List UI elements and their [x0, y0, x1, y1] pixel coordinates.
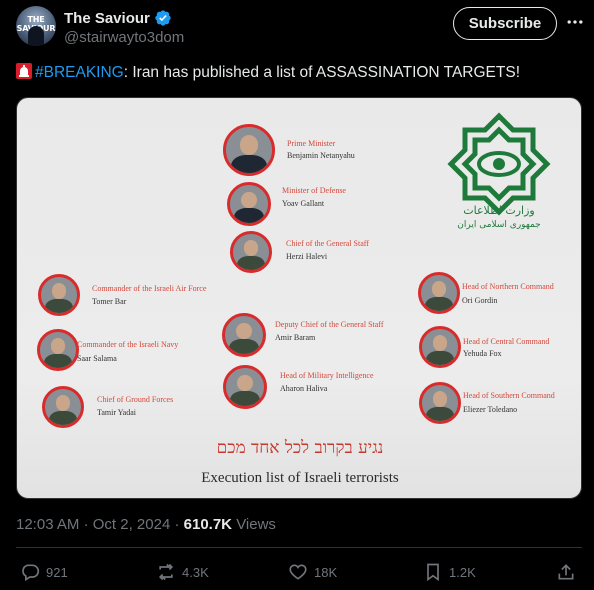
tweet-text: #BREAKING: Iran has published a list of …	[16, 63, 582, 83]
person-name: Ori Gordin	[462, 296, 498, 305]
tweet-header: THE SAVIOUR The Saviour @stairwayto3dom …	[16, 6, 585, 50]
person-title: Head of Northern Command	[462, 282, 554, 291]
like-button[interactable]: 18K	[288, 562, 337, 582]
tweet-media-image[interactable]: وزارت اطلاعات جمهوری اسلامی ایران Prime …	[16, 97, 582, 499]
action-bar: 921 4.3K 18K 1.2K	[16, 562, 582, 588]
bookmark-icon	[427, 563, 439, 582]
views-count[interactable]: 610.7K	[184, 516, 232, 533]
person-title: Commander of the Israeli Air Force	[92, 284, 207, 293]
like-count: 18K	[314, 564, 338, 580]
logo-text-line2: جمهوری اسلامی ایران	[457, 220, 541, 230]
reply-button[interactable]: 921	[20, 562, 68, 582]
reply-count: 921	[46, 564, 68, 580]
person-title: Prime Minister	[287, 139, 336, 148]
repost-count: 4.3K	[182, 564, 209, 580]
views-label: Views	[236, 516, 276, 533]
logo-text-line1: وزارت اطلاعات	[463, 204, 535, 217]
portrait-ground-forces	[42, 386, 84, 428]
user-handle[interactable]: @stairwayto3dom	[64, 29, 184, 46]
repost-icon	[158, 563, 174, 581]
person-title: Chief of Ground Forces	[97, 395, 174, 404]
person-title: Head of Military Intelligence	[280, 371, 374, 380]
meta-separator: ·	[174, 516, 180, 533]
person-name: Saar Salama	[77, 354, 117, 363]
reply-icon	[22, 564, 40, 581]
heart-icon	[289, 564, 307, 580]
portrait-military-intelligence	[223, 365, 267, 409]
portrait-defense-minister	[227, 182, 271, 226]
verified-badge-icon	[155, 10, 171, 26]
bookmark-count: 1.2K	[449, 564, 476, 580]
name-row: The Saviour	[64, 9, 172, 27]
tweet-date[interactable]: Oct 2, 2024	[93, 516, 171, 533]
avatar[interactable]: THE SAVIOUR	[16, 6, 56, 46]
person-name: Herzi Halevi	[286, 252, 328, 261]
portrait-air-force	[38, 274, 80, 316]
tweet-body: : Iran has published a list of ASSASSINA…	[123, 64, 521, 81]
portrait-chief-of-staff	[230, 231, 272, 273]
portrait-southern-command	[419, 382, 461, 424]
display-name[interactable]: The Saviour	[64, 10, 150, 27]
person-name: Aharon Haliva	[280, 384, 328, 393]
avatar-figure	[28, 26, 44, 46]
divider	[16, 547, 582, 548]
person-title: Minister of Defense	[282, 186, 346, 195]
person-title: Deputy Chief of the General Staff	[275, 320, 384, 329]
tweet-time[interactable]: 12:03 AM	[16, 516, 79, 533]
portrait-prime-minister	[223, 124, 275, 176]
meta-separator: ·	[83, 516, 89, 533]
person-name: Eliezer Toledano	[463, 405, 518, 414]
person-name: Benjamin Netanyahu	[287, 151, 355, 160]
bookmark-button[interactable]: 1.2K	[423, 562, 476, 582]
person-title: Chief of the General Staff	[286, 239, 369, 248]
portrait-deputy-chief	[222, 313, 266, 357]
share-button[interactable]	[556, 562, 576, 582]
person-name: Tamir Yadai	[97, 408, 136, 417]
person-name: Yehuda Fox	[463, 349, 502, 358]
person-title: Commander of the Israeli Navy	[77, 340, 179, 349]
subscribe-button[interactable]: Subscribe	[453, 7, 557, 40]
portrait-central-command	[419, 326, 461, 368]
siren-emoji-icon	[16, 63, 32, 79]
portrait-northern-command	[418, 272, 460, 314]
share-icon	[558, 564, 574, 580]
image-caption: Execution list of Israeli terrorists	[201, 470, 399, 486]
hashtag-link[interactable]: #BREAKING	[35, 64, 124, 81]
person-title: Head of Central Command	[463, 337, 550, 346]
person-title: Head of Southern Command	[463, 391, 555, 400]
tweet-meta: 12:03 AM · Oct 2, 2024 · 610.7K Views	[16, 516, 276, 533]
person-name: Amir Baram	[275, 333, 316, 342]
portrait-navy	[37, 329, 79, 371]
repost-button[interactable]: 4.3K	[156, 562, 209, 582]
person-name: Tomer Bar	[92, 297, 127, 306]
person-name: Yoav Gallant	[282, 199, 325, 208]
more-options-icon[interactable]	[565, 12, 585, 32]
hebrew-headline: נגיע בקרוב לכל אחד מכם	[216, 438, 384, 458]
